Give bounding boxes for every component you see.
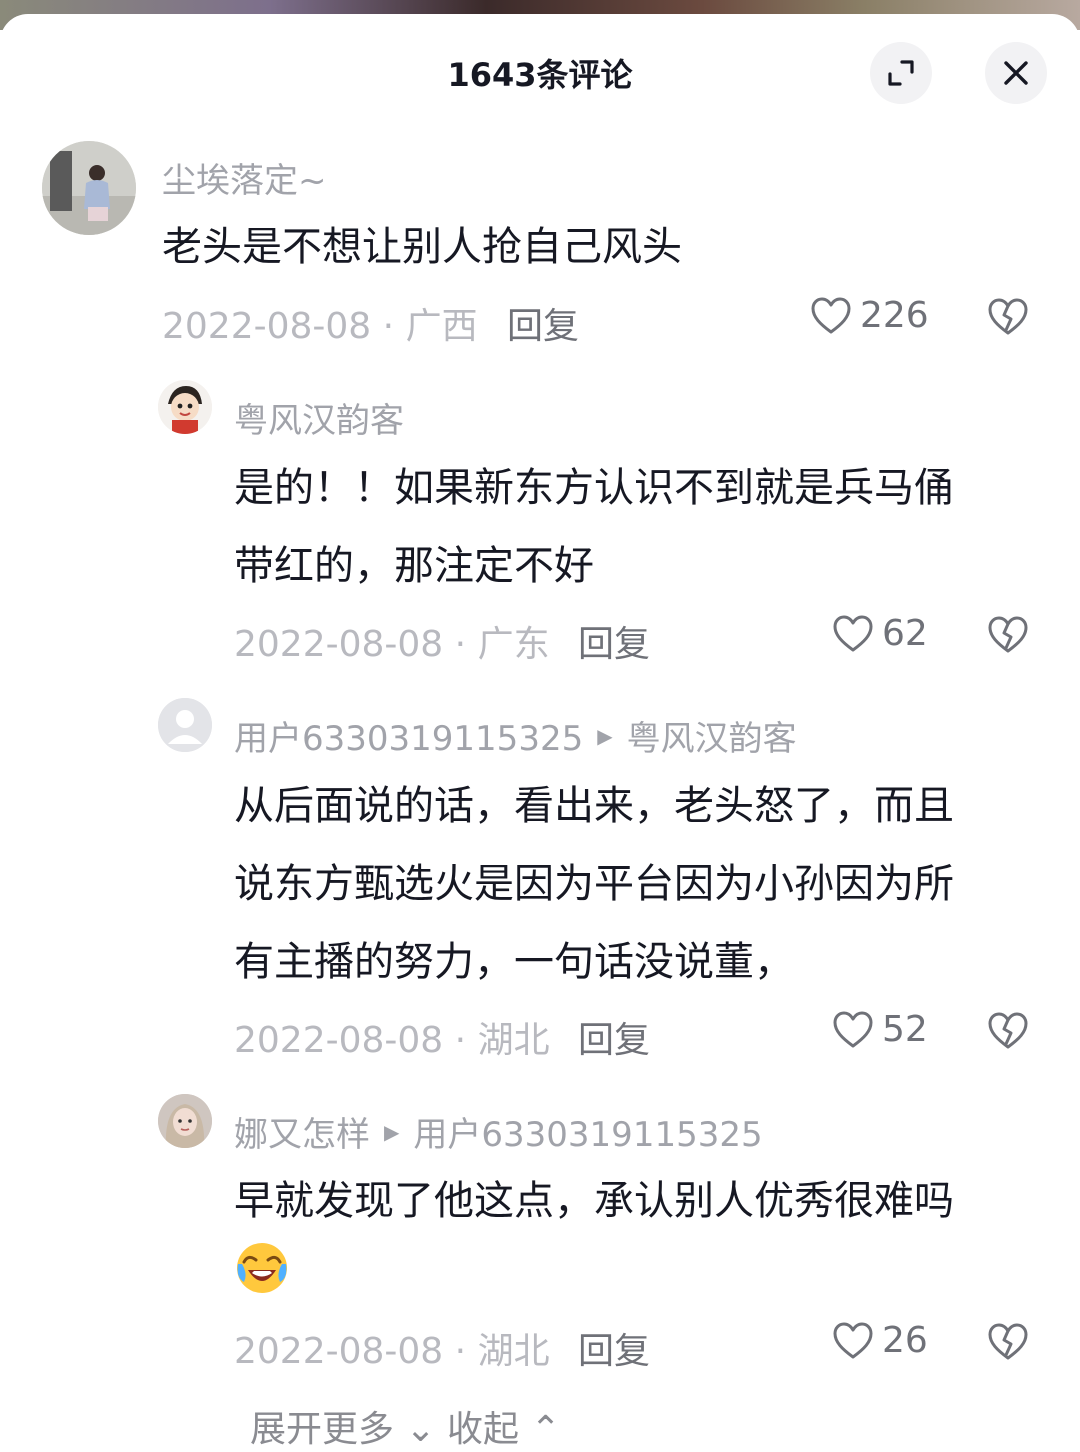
username-text[interactable]: 粤风汉韵客 [234, 393, 404, 442]
close-button[interactable] [985, 42, 1047, 104]
comment-location: 广东 [477, 624, 550, 665]
heart-icon [811, 297, 851, 333]
comment-text: 从后面说的话，看出来，老头怒了，而且 说东方甄选火是因为平台因为小孙因为所 有主… [234, 767, 954, 1001]
like-count: 62 [882, 613, 928, 654]
like-count: 26 [882, 1320, 928, 1361]
like-count: 52 [882, 1009, 928, 1050]
username-text[interactable]: 尘埃落定~ [162, 153, 327, 202]
comment-text-line: 早就发现了他这点，承认别人优秀很难吗 [234, 1178, 954, 1224]
reply-to-username[interactable]: 粤风汉韵客 [627, 711, 797, 760]
expand-button[interactable] [870, 42, 932, 104]
comment-meta: 2022-08-08 · 广西 [162, 306, 478, 347]
reply-arrow-icon: ▶ [384, 1119, 400, 1144]
username-text[interactable]: 娜又怎样 [234, 1107, 370, 1156]
heart-icon [833, 615, 873, 651]
dislike-button[interactable] [987, 1322, 1029, 1366]
like-count: 226 [860, 295, 929, 336]
reply-to-username[interactable]: 用户6330319115325 [413, 1107, 762, 1156]
close-icon [1004, 61, 1028, 85]
comment-date: 2022-08-08 [234, 1331, 444, 1372]
reply-button[interactable]: 回复 [507, 297, 579, 349]
comment-meta: 2022-08-08 · 广东 [234, 624, 550, 665]
comment-text-line: 是的！！如果新东方认识不到就是兵马俑 [234, 465, 954, 511]
broken-heart-icon [988, 1012, 1028, 1049]
comment-text-line: 带红的，那注定不好 [234, 543, 594, 589]
username-text[interactable]: 用户6330319115325 [234, 711, 583, 760]
reply-button[interactable]: 回复 [578, 1322, 650, 1374]
like-button[interactable]: 52 [832, 1009, 928, 1050]
avatar[interactable] [158, 380, 212, 434]
like-button[interactable]: 226 [810, 295, 929, 336]
like-button[interactable]: 62 [832, 613, 928, 654]
dislike-button[interactable] [987, 615, 1029, 659]
dislike-button[interactable] [987, 1011, 1029, 1055]
comment-meta: 2022-08-08 · 湖北 [234, 1331, 550, 1372]
comment-text: 早就发现了他这点，承认别人优秀很难吗 [234, 1162, 954, 1240]
heart-icon [833, 1011, 873, 1047]
expand-more-replies-link[interactable]: 展开更多 ⌄ 收起 ⌃ [250, 1400, 561, 1452]
comment-text-line: 老头是不想让别人抢自己风头 [162, 224, 682, 270]
laughing-crying-emoji-icon [234, 1240, 290, 1300]
comment-text-line: 有主播的努力，一句话没说董， [234, 939, 794, 985]
reply-button[interactable]: 回复 [578, 1011, 650, 1063]
avatar[interactable] [158, 698, 212, 752]
broken-heart-icon [988, 1323, 1028, 1360]
expand-icon [888, 60, 914, 86]
comment-text-line: 从后面说的话，看出来，老头怒了，而且 [234, 783, 954, 829]
comment-date: 2022-08-08 [234, 624, 444, 665]
comment-date: 2022-08-08 [234, 1020, 444, 1061]
comment-username[interactable]: 娜又怎样 ▶ 用户6330319115325 [234, 1107, 763, 1156]
avatar-photo [42, 141, 136, 235]
comment-meta: 2022-08-08 · 湖北 [234, 1020, 550, 1061]
comment-text-line: 说东方甄选火是因为平台因为小孙因为所 [234, 861, 954, 907]
comment-text: 是的！！如果新东方认识不到就是兵马俑 带红的，那注定不好 [234, 449, 954, 605]
comment-username[interactable]: 粤风汉韵客 [234, 393, 404, 442]
comment-location: 广西 [405, 306, 478, 347]
comment-text: 老头是不想让别人抢自己风头 [162, 208, 682, 286]
dislike-button[interactable] [987, 297, 1029, 341]
avatar[interactable] [158, 1094, 212, 1148]
broken-heart-icon [988, 616, 1028, 653]
comment-location: 湖北 [477, 1020, 550, 1061]
comment-date: 2022-08-08 [162, 306, 372, 347]
comment-username[interactable]: 用户6330319115325 ▶ 粤风汉韵客 [234, 711, 797, 760]
comment-location: 湖北 [477, 1331, 550, 1372]
avatar-photo [158, 1094, 212, 1148]
avatar-cartoon [158, 380, 212, 434]
like-button[interactable]: 26 [832, 1320, 928, 1361]
heart-icon [833, 1322, 873, 1358]
reply-arrow-icon: ▶ [597, 723, 613, 748]
avatar[interactable] [42, 141, 136, 235]
broken-heart-icon [988, 298, 1028, 335]
reply-button[interactable]: 回复 [578, 615, 650, 667]
comment-username[interactable]: 尘埃落定~ [162, 153, 327, 202]
default-user-icon [158, 698, 212, 752]
